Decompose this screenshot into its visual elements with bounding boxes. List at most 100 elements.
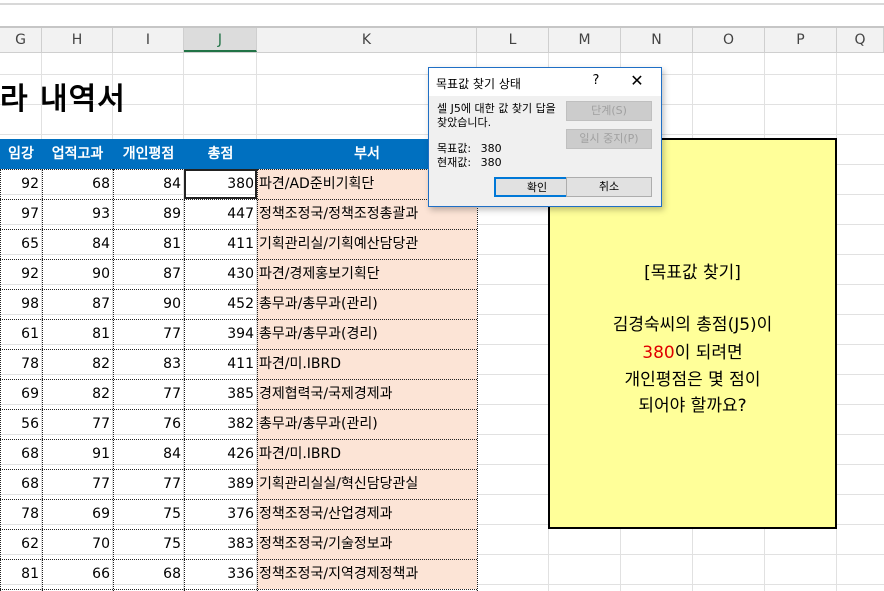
cell-i[interactable]: 75 — [113, 499, 184, 529]
cell-dept[interactable]: 기획관리실/기획예산담당관 — [257, 229, 477, 259]
cell-dept[interactable]: 정책조정국/산업경제과 — [257, 499, 477, 529]
current-value-row: 현재값: 380 — [437, 154, 502, 170]
column-header-i[interactable]: I — [113, 28, 184, 52]
cell-i[interactable]: 77 — [113, 469, 184, 499]
cell-border — [477, 169, 478, 591]
cancel-button[interactable]: 취소 — [566, 177, 652, 197]
cell-g[interactable]: 68 — [0, 469, 42, 499]
column-header-bar: GHIJKLMNOPQ — [0, 28, 884, 53]
cell-g[interactable]: 97 — [0, 199, 42, 229]
cell-border — [0, 259, 477, 260]
cell-j[interactable]: 411 — [184, 349, 257, 379]
current-label: 현재값: — [437, 156, 472, 169]
cell-j[interactable]: 394 — [184, 319, 257, 349]
cell-dept[interactable]: 정책조정국/지역경제정책과 — [257, 559, 477, 589]
cell-dept[interactable]: 파견/미.IBRD — [257, 439, 477, 469]
dialog-titlebar[interactable]: 목표값 찾기 상태 ? ✕ — [429, 68, 661, 96]
cell-h[interactable]: 87 — [42, 289, 113, 319]
cell-j[interactable]: 382 — [184, 409, 257, 439]
cell-g[interactable]: 98 — [0, 289, 42, 319]
column-header-p[interactable]: P — [765, 28, 837, 52]
cell-g[interactable]: 69 — [0, 379, 42, 409]
cell-h[interactable]: 82 — [42, 379, 113, 409]
cell-j[interactable]: 385 — [184, 379, 257, 409]
pause-button[interactable]: 일시 중지(P) — [566, 129, 652, 149]
cell-g[interactable]: 61 — [0, 319, 42, 349]
column-header-m[interactable]: M — [549, 28, 621, 52]
column-header-n[interactable]: N — [621, 28, 693, 52]
cell-i[interactable]: 90 — [113, 289, 184, 319]
column-header-q[interactable]: Q — [837, 28, 884, 52]
column-header-g[interactable]: G — [0, 28, 42, 52]
cell-g[interactable]: 92 — [0, 169, 42, 199]
cell-i[interactable]: 68 — [113, 559, 184, 589]
cell-dept[interactable]: 경제협력국/국제경제과 — [257, 379, 477, 409]
cell-h[interactable]: 70 — [42, 529, 113, 559]
cell-g[interactable]: 92 — [0, 259, 42, 289]
cell-dept[interactable]: 총무과/총무과(관리) — [257, 409, 477, 439]
cell-h[interactable]: 90 — [42, 259, 113, 289]
cell-j[interactable]: 376 — [184, 499, 257, 529]
cell-j[interactable]: 389 — [184, 469, 257, 499]
cell-j[interactable]: 447 — [184, 199, 257, 229]
cell-h[interactable]: 69 — [42, 499, 113, 529]
cell-g[interactable]: 78 — [0, 349, 42, 379]
cell-dept[interactable]: 총무과/총무과(경리) — [257, 319, 477, 349]
cell-g[interactable]: 68 — [0, 439, 42, 469]
header-col-j[interactable]: 총점 — [184, 139, 257, 169]
cell-border — [0, 469, 477, 470]
header-col-g[interactable]: 임강 — [0, 139, 42, 169]
cell-i[interactable]: 87 — [113, 259, 184, 289]
column-header-h[interactable]: H — [42, 28, 113, 52]
cell-i[interactable]: 77 — [113, 379, 184, 409]
header-col-i[interactable]: 개인평점 — [113, 139, 184, 169]
cell-h[interactable]: 66 — [42, 559, 113, 589]
cell-border — [184, 169, 185, 591]
cell-h[interactable]: 82 — [42, 349, 113, 379]
cell-j[interactable]: 336 — [184, 559, 257, 589]
cell-i[interactable]: 76 — [113, 409, 184, 439]
active-cell-j5[interactable] — [184, 169, 257, 199]
table-row: 62 70 75 383 정책조정국/기술정보과 — [0, 529, 477, 559]
cell-i[interactable]: 84 — [113, 169, 184, 199]
column-header-k[interactable]: K — [257, 28, 477, 52]
column-header-o[interactable]: O — [693, 28, 765, 52]
cell-h[interactable]: 91 — [42, 439, 113, 469]
close-icon[interactable]: ✕ — [625, 71, 649, 90]
cell-j[interactable]: 452 — [184, 289, 257, 319]
cell-g[interactable]: 56 — [0, 409, 42, 439]
cell-j[interactable]: 383 — [184, 529, 257, 559]
cell-h[interactable]: 81 — [42, 319, 113, 349]
cell-h[interactable]: 84 — [42, 229, 113, 259]
cell-j[interactable]: 426 — [184, 439, 257, 469]
note-line2: 380이 되려면 — [550, 338, 835, 363]
cell-i[interactable]: 84 — [113, 439, 184, 469]
column-header-j[interactable]: J — [184, 28, 257, 52]
cell-h[interactable]: 77 — [42, 469, 113, 499]
cell-dept[interactable]: 파견/경제홍보기획단 — [257, 259, 477, 289]
cell-border — [0, 589, 477, 590]
cell-g[interactable]: 81 — [0, 559, 42, 589]
cell-g[interactable]: 62 — [0, 529, 42, 559]
column-header-l[interactable]: L — [477, 28, 549, 52]
cell-g[interactable]: 78 — [0, 499, 42, 529]
cell-h[interactable]: 77 — [42, 409, 113, 439]
cell-j[interactable]: 430 — [184, 259, 257, 289]
cell-i[interactable]: 75 — [113, 529, 184, 559]
help-icon[interactable]: ? — [586, 73, 606, 88]
cell-i[interactable]: 81 — [113, 229, 184, 259]
cell-h[interactable]: 93 — [42, 199, 113, 229]
cell-i[interactable]: 77 — [113, 319, 184, 349]
cell-h[interactable]: 68 — [42, 169, 113, 199]
cell-i[interactable]: 83 — [113, 349, 184, 379]
cell-i[interactable]: 89 — [113, 199, 184, 229]
cell-j[interactable]: 411 — [184, 229, 257, 259]
cell-dept[interactable]: 총무과/총무과(관리) — [257, 289, 477, 319]
cell-dept[interactable]: 파견/미.IBRD — [257, 349, 477, 379]
cell-dept[interactable]: 기획관리실실/혁신담당관실 — [257, 469, 477, 499]
cell-g[interactable]: 65 — [0, 229, 42, 259]
step-button[interactable]: 단계(S) — [566, 101, 652, 121]
header-col-h[interactable]: 업적고과 — [42, 139, 113, 169]
table-row: 69 82 77 385 경제협력국/국제경제과 — [0, 379, 477, 409]
cell-dept[interactable]: 정책조정국/기술정보과 — [257, 529, 477, 559]
